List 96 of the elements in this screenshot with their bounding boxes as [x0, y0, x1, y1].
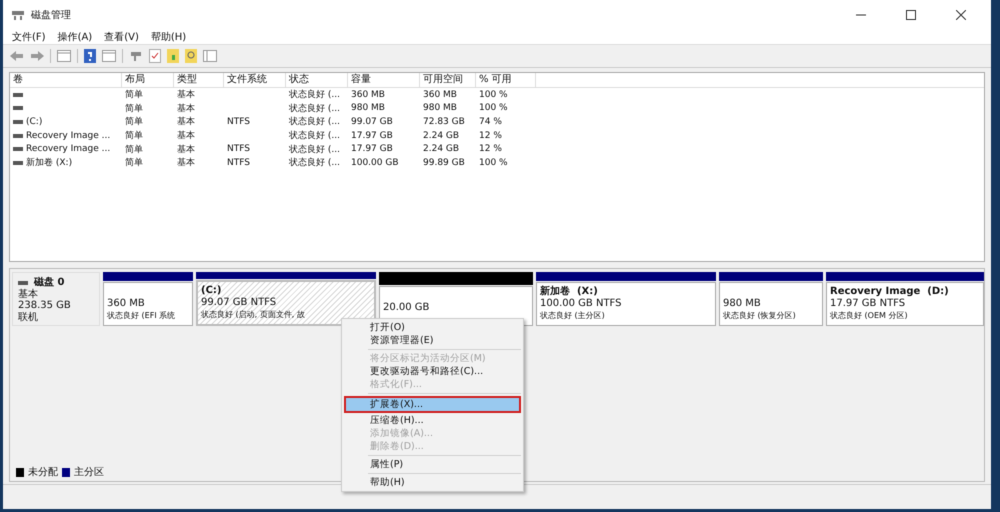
partition-size: 360 MB	[107, 298, 146, 310]
table-cell: 17.97 GB	[351, 144, 393, 154]
table-cell-text: 简单	[125, 116, 143, 128]
table-cell-text: 状态良好 (...	[289, 144, 340, 156]
table-cell-text: 简单	[125, 88, 143, 102]
partition-block[interactable]: 360 MB 状态良好 (EFI 系统	[103, 282, 193, 326]
disk-name: 磁盘 0	[34, 277, 64, 288]
table-cell-text: 简单	[125, 102, 143, 115]
partition-name: Recovery Image (D:)	[830, 286, 950, 298]
table-cell-text: 基本	[177, 116, 195, 128]
partition-block[interactable]: 980 MB 状态良好 (恢复分区)	[719, 282, 823, 326]
partition-size: 99.07 GB NTFS	[201, 297, 278, 309]
partition-name: (C:)	[201, 285, 222, 297]
context-menu-item[interactable]: 帮助(H)	[344, 476, 521, 489]
partition-size: 17.97 GB NTFS	[830, 298, 906, 310]
legend-label: 未分配	[28, 466, 58, 479]
panel-icon[interactable]	[102, 50, 116, 62]
partition-status: 状态良好 (启动, 页面文件, 故	[201, 309, 306, 321]
column-header[interactable]: 布局	[122, 73, 174, 87]
partition-status: 状态良好 (恢复分区)	[723, 310, 797, 322]
table-cell: 2.24 GB	[423, 144, 460, 154]
disk-size: 238.35 GB	[18, 300, 72, 312]
table-cell: NTFS	[227, 144, 250, 154]
partition-block[interactable]: Recovery Image (D:) 17.97 GB NTFS 状态良好 (OEM 分区)	[826, 282, 984, 326]
table-cell: 72.83 GB	[423, 116, 465, 127]
partition-status: 状态良好 (OEM 分区)	[830, 310, 909, 322]
table-cell-text: 简单	[125, 156, 143, 170]
menu-item[interactable]: 文件(F)	[12, 30, 46, 44]
partition-status: 状态良好 (主分区)	[540, 310, 606, 322]
partition-size: 980 MB	[723, 298, 762, 310]
context-menu-item[interactable]: 属性(P)	[344, 458, 521, 471]
table-cell-text: 基本	[177, 102, 195, 115]
table-cell-text: 简单	[125, 130, 143, 142]
context-menu-item[interactable]: 更改驱动器号和路径(C)...	[344, 365, 521, 378]
table-cell: 99.07 GB	[351, 116, 393, 127]
back-arrow-icon[interactable]	[10, 50, 24, 62]
menu-item[interactable]: 操作(A)	[58, 30, 92, 44]
table-cell-text: 基本	[177, 144, 195, 156]
table-cell-text: 状态良好 (...	[289, 116, 340, 128]
table-cell: 17.97 GB	[351, 130, 393, 141]
table-cell-text: 新加卷 (X:)	[26, 156, 72, 170]
table-cell-text: 基本	[177, 88, 195, 102]
forward-arrow-icon[interactable]	[30, 50, 44, 62]
table-cell-text: 基本	[177, 130, 195, 142]
table-cell: 360 MB	[423, 90, 457, 100]
help-icon[interactable]	[84, 49, 96, 63]
table-cell-text: 状态良好 (...	[289, 130, 340, 142]
table-cell: Recovery Image ...	[26, 130, 110, 141]
context-menu-item[interactable]: 扩展卷(X)...	[344, 396, 521, 413]
table-cell: (C:)	[26, 116, 42, 127]
table-cell-text: 状态良好 (...	[289, 156, 340, 170]
menu-item[interactable]: 帮助(H)	[150, 30, 186, 44]
table-cell: 100 %	[479, 90, 508, 100]
table-cell: NTFS	[227, 116, 250, 127]
panel-icon[interactable]	[57, 50, 71, 62]
table-cell: 980 MB	[423, 103, 457, 114]
table-cell: 2.24 GB	[423, 130, 460, 141]
table-cell: 100 %	[479, 103, 508, 114]
context-menu-item[interactable]: 压缩卷(H)...	[344, 414, 521, 427]
partition-name: 新加卷 (X:)	[540, 286, 599, 298]
column-header[interactable]: 可用空间	[420, 73, 476, 87]
table-cell-text: 状态良好 (...	[289, 102, 340, 115]
disk-type: 基本	[18, 288, 39, 300]
table-cell-text: 简单	[125, 144, 143, 156]
table-cell: 74 %	[479, 116, 502, 127]
column-header[interactable]: 类型	[174, 73, 224, 87]
maximize-icon[interactable]	[906, 10, 916, 20]
partition-status: 状态良好 (EFI 系统	[107, 310, 176, 322]
table-cell: 12 %	[479, 144, 502, 154]
table-cell: Recovery Image ...	[26, 144, 110, 154]
table-cell: 12 %	[479, 130, 502, 141]
table-cell: 100.00 GB	[351, 158, 399, 168]
menu-item[interactable]: 查看(V)	[104, 30, 139, 44]
column-header[interactable]: 文件系统	[224, 73, 286, 87]
column-header[interactable]: 状态	[286, 73, 348, 87]
table-cell: NTFS	[227, 158, 250, 168]
disk-icon	[11, 9, 25, 21]
checklist-icon[interactable]	[149, 49, 161, 63]
table-cell-text: 基本	[177, 156, 195, 170]
table-cell: 980 MB	[351, 103, 385, 114]
table-cell-text: 状态良好 (...	[289, 88, 340, 102]
context-menu-item[interactable]: 资源管理器(E)	[344, 334, 521, 347]
partition-size: 20.00 GB	[383, 302, 430, 314]
column-header[interactable]: % 可用	[476, 73, 536, 87]
partition-block[interactable]: 新加卷 (X:) 100.00 GB NTFS 状态良好 (主分区)	[536, 282, 716, 326]
table-cell: 99.89 GB	[423, 158, 465, 168]
close-icon[interactable]	[956, 10, 966, 20]
column-header[interactable]: 容量	[348, 73, 420, 87]
window-icon[interactable]	[203, 50, 217, 62]
legend-label: 主分区	[74, 466, 104, 479]
column-header[interactable]: 卷	[10, 73, 122, 87]
partition-size: 100.00 GB NTFS	[540, 298, 622, 310]
table-cell: 100 %	[479, 158, 508, 168]
window-title: 磁盘管理	[31, 9, 71, 22]
disk-status: 联机	[18, 312, 39, 323]
table-cell: 360 MB	[351, 90, 385, 100]
